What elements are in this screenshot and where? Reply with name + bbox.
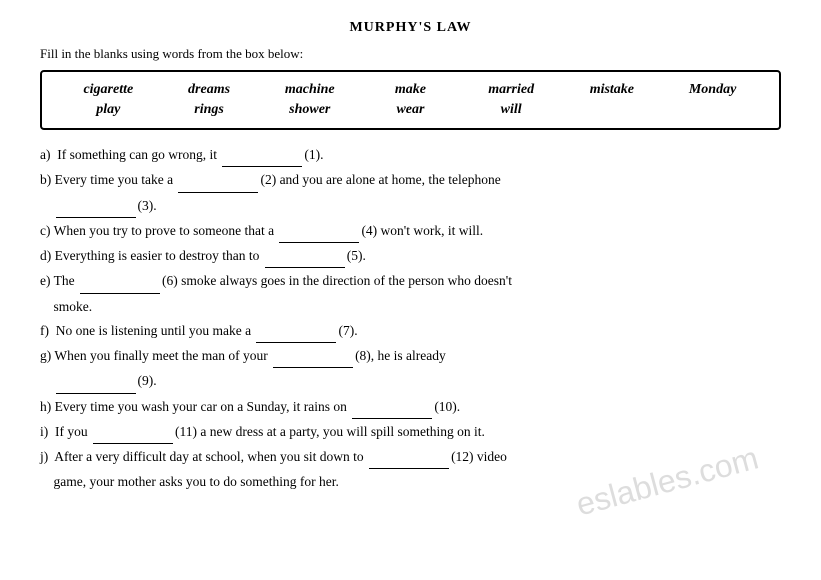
word-married: married xyxy=(471,82,551,98)
page: MURPHY'S LAW Fill in the blanks using wo… xyxy=(0,0,821,580)
exercise-e2: smoke. xyxy=(40,296,781,318)
exercise-g2: (9). xyxy=(40,370,781,393)
word-machine: machine xyxy=(270,82,350,98)
blank-12 xyxy=(369,446,449,469)
word-cigarette: cigarette xyxy=(68,82,148,98)
blank-8 xyxy=(273,345,353,368)
page-title: MURPHY'S LAW xyxy=(40,20,781,36)
word-make: make xyxy=(370,82,450,98)
word-monday: Monday xyxy=(673,82,753,98)
word-dreams: dreams xyxy=(169,82,249,98)
blank-11 xyxy=(93,421,173,444)
exercise-i: i) If you (11) a new dress at a party, y… xyxy=(40,421,781,444)
word-will: will xyxy=(471,102,551,118)
blank-9 xyxy=(56,370,136,393)
blank-10 xyxy=(352,396,432,419)
word-play: play xyxy=(68,102,148,118)
blank-5 xyxy=(265,245,345,268)
exercises: a) If something can go wrong, it (1). b)… xyxy=(40,144,781,494)
blank-4 xyxy=(279,220,359,243)
exercise-h: h) Every time you wash your car on a Sun… xyxy=(40,396,781,419)
word-rings: rings xyxy=(169,102,249,118)
word-wear: wear xyxy=(370,102,450,118)
exercise-c: c) When you try to prove to someone that… xyxy=(40,220,781,243)
word-empty1 xyxy=(572,102,652,118)
blank-1 xyxy=(222,144,302,167)
exercise-b2: (3). xyxy=(40,195,781,218)
exercise-d: d) Everything is easier to destroy than … xyxy=(40,245,781,268)
exercise-a: a) If something can go wrong, it (1). xyxy=(40,144,781,167)
blank-6 xyxy=(80,270,160,293)
instruction: Fill in the blanks using words from the … xyxy=(40,46,781,62)
word-mistake: mistake xyxy=(572,82,652,98)
word-empty2 xyxy=(673,102,753,118)
word-box: cigarette dreams machine make married mi… xyxy=(40,70,781,130)
word-shower: shower xyxy=(270,102,350,118)
word-row-1: cigarette dreams machine make married mi… xyxy=(58,82,763,98)
word-row-2: play rings shower wear will xyxy=(58,102,763,118)
blank-3 xyxy=(56,195,136,218)
exercise-f: f) No one is listening until you make a … xyxy=(40,320,781,343)
exercise-b1: b) Every time you take a (2) and you are… xyxy=(40,169,781,192)
exercise-j2: game, your mother asks you to do somethi… xyxy=(40,471,781,493)
exercise-j1: j) After a very difficult day at school,… xyxy=(40,446,781,469)
exercise-g1: g) When you finally meet the man of your… xyxy=(40,345,781,368)
exercise-e1: e) The (6) smoke always goes in the dire… xyxy=(40,270,781,293)
blank-7 xyxy=(256,320,336,343)
blank-2 xyxy=(178,169,258,192)
